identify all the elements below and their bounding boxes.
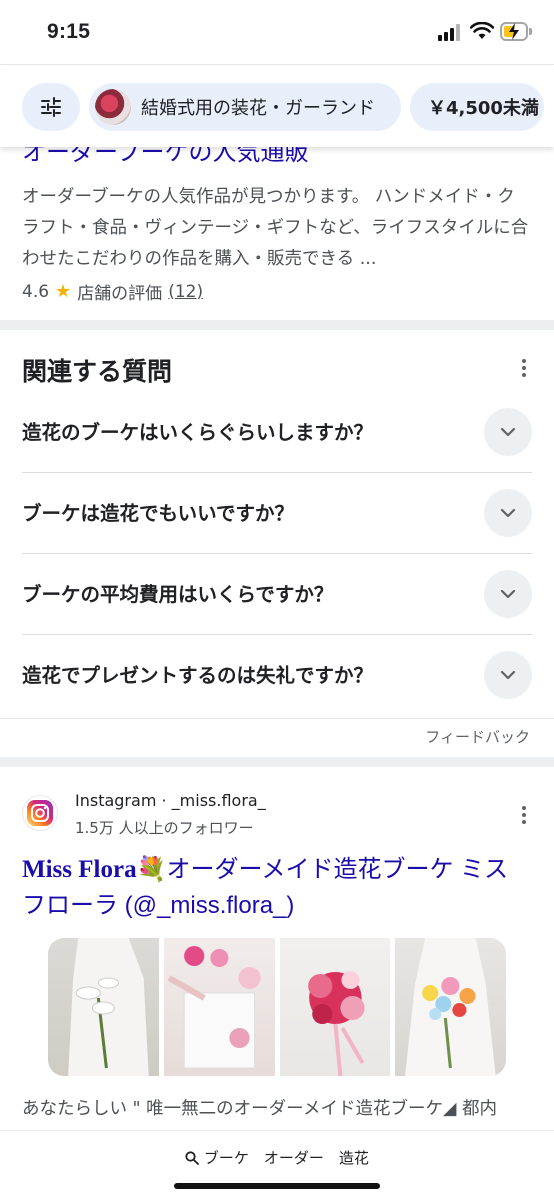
bottom-search-query: ブーケ オーダー 造花 [203,1149,369,1167]
result-description: あなたらしい " 唯一無二のオーダーメイド造花ブーケ◢ 都内 [22,1099,497,1119]
paa-question: 造花でプレゼントするのは失礼ですか？ [22,664,374,687]
prev-result-snippet: オーダーブーケの人気作品が見つかります。 ハンドメイド・クラフト・食品・ヴィンテ… [22,187,529,269]
paa-question: ブーケは造花でもいいですか？ [22,502,295,525]
chevron-down-icon[interactable] [484,570,532,618]
store-rating: 4.6 ★ 店舗の評価 (12) [22,279,203,304]
chip-thumbnail [95,89,131,125]
chevron-down-icon[interactable] [484,651,532,699]
more-options-icon[interactable] [521,359,527,379]
star-icon: ★ [55,281,72,302]
status-time: 9:15 [47,20,91,43]
chip-label: ￥4,500未満 [428,98,539,119]
paa-question-row[interactable]: ブーケは造花でもいいですか？ [22,473,532,554]
paa-question-row[interactable]: 造花のブーケはいくらぐらいしますか？ [22,392,532,473]
section-separator [0,757,554,767]
rating-label: 店舗の評価 [77,284,163,304]
search-icon [185,1149,204,1167]
feedback-link[interactable]: フィードバック [425,726,530,747]
status-bar: 9:15 [0,0,554,64]
filter-chip-bar: 結婚式用の装花・ガーランド ￥4,500未満 [0,65,554,147]
result-source[interactable]: Instagram · _miss.flora_ [75,791,266,810]
bouquet-photo[interactable] [48,938,159,1076]
bouquet-photo[interactable] [279,938,391,1076]
chip-label: 結婚式用の装花・ガーランド [141,98,375,119]
more-options-icon[interactable] [521,806,527,826]
paa-question: ブーケの平均費用はいくらですか？ [22,583,334,606]
rating-value: 4.6 [22,281,50,302]
paa-heading: 関連する質問 [22,357,173,386]
paa-question: 造花のブーケはいくらぐらいしますか？ [22,421,374,444]
paa-question-row[interactable]: 造花でプレゼントするのは失礼ですか？ [22,635,532,716]
chevron-down-icon[interactable] [484,408,532,456]
paa-question-row[interactable]: ブーケの平均費用はいくらですか？ [22,554,532,635]
battery-icon [500,22,528,41]
bouquet-photo[interactable] [395,938,506,1076]
image-gallery[interactable] [48,938,506,1076]
result-title-brand: Miss Flora [22,856,137,883]
instagram-icon [22,795,58,831]
bottom-search[interactable]: ブーケ オーダー 造花 [0,1147,554,1168]
filter-settings-chip[interactable] [22,83,80,131]
result-followers: 1.5万 人以上のフォロワー [75,819,254,837]
wifi-icon [470,22,494,39]
result-title-link[interactable]: Miss Flora💐オーダーメイド造花ブーケ ミスフローラ (@_miss.f… [22,852,532,924]
divider [0,718,554,719]
bouquet-photo[interactable] [163,938,275,1076]
chevron-down-icon[interactable] [484,489,532,537]
cellular-signal-icon [438,24,462,41]
bottom-search-bar[interactable]: ブーケ オーダー 造花 [0,1130,554,1200]
rating-count[interactable]: (12) [168,282,203,302]
section-separator [0,320,554,330]
chip-wedding-flowers[interactable]: 結婚式用の装花・ガーランド [89,83,401,131]
tune-icon [41,97,61,117]
chip-price[interactable]: ￥4,500未満 [410,83,544,131]
home-indicator[interactable] [174,1183,380,1189]
battery-tip [529,28,532,35]
